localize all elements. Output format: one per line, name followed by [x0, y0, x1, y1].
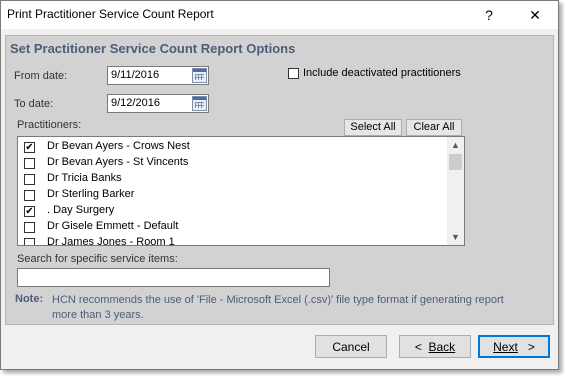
options-panel: Set Practitioner Service Count Report Op… — [5, 35, 554, 325]
practitioner-checkbox[interactable] — [24, 222, 35, 233]
from-date-label: From date: — [14, 70, 68, 82]
list-item[interactable]: Dr Bevan Ayers - St Vincents — [18, 155, 438, 171]
help-icon[interactable]: ? — [467, 1, 511, 29]
list-item[interactable]: ✔ Dr Bevan Ayers - Crows Nest — [18, 139, 438, 155]
list-item[interactable]: ✔ . Day Surgery — [18, 203, 438, 219]
next-button[interactable]: Next > — [478, 335, 550, 358]
scroll-thumb[interactable] — [449, 154, 462, 170]
from-date-field[interactable]: 9/11/2016 — [107, 66, 209, 85]
practitioner-checkbox[interactable] — [24, 158, 35, 169]
list-item[interactable]: Dr Gisele Emmett - Default — [18, 219, 438, 235]
practitioners-list: ✔ Dr Bevan Ayers - Crows Nest Dr Bevan Aye… — [17, 136, 465, 246]
practitioners-label: Practitioners: — [17, 119, 82, 131]
note-label: Note: — [15, 293, 44, 305]
list-item[interactable]: Dr Sterling Barker — [18, 187, 438, 203]
to-date-label: To date: — [14, 98, 54, 110]
to-date-value: 9/12/2016 — [111, 97, 160, 109]
clear-all-button[interactable]: Clear All — [406, 119, 462, 136]
practitioner-checkbox[interactable]: ✔ — [24, 206, 35, 217]
from-date-value: 9/11/2016 — [111, 69, 160, 81]
list-item[interactable]: Dr Tricia Banks — [18, 171, 438, 187]
practitioner-checkbox[interactable] — [24, 174, 35, 185]
practitioner-label: . Day Surgery — [47, 204, 115, 216]
include-deactivated-checkbox[interactable] — [288, 68, 299, 79]
note-text: HCN recommends the use of 'File - Micros… — [52, 294, 504, 321]
to-date-field[interactable]: 9/12/2016 — [107, 94, 209, 113]
practitioner-label: Dr Bevan Ayers - Crows Nest — [47, 140, 190, 152]
practitioner-label: Dr James Jones - Room 1 — [47, 236, 175, 246]
practitioner-label: Dr Gisele Emmett - Default — [47, 220, 179, 232]
calendar-icon[interactable] — [192, 96, 207, 111]
title-bar: Print Practitioner Service Count Report … — [1, 1, 558, 29]
window-title: Print Practitioner Service Count Report — [7, 7, 214, 21]
back-arrow-icon: < — [414, 339, 422, 354]
practitioner-label: Dr Tricia Banks — [47, 172, 122, 184]
back-button[interactable]: < Back — [399, 335, 471, 358]
list-scrollbar[interactable]: ▲ ▼ — [447, 137, 464, 245]
list-item[interactable]: Dr James Jones - Room 1 — [18, 235, 438, 246]
practitioner-checkbox[interactable]: ✔ — [24, 142, 35, 153]
calendar-icon[interactable] — [192, 68, 207, 83]
search-input[interactable] — [17, 268, 330, 287]
next-label: Next — [493, 339, 518, 354]
scroll-up-icon[interactable]: ▲ — [447, 137, 464, 153]
practitioner-checkbox[interactable] — [24, 238, 35, 245]
scroll-down-icon[interactable]: ▼ — [447, 229, 464, 245]
cancel-button[interactable]: Cancel — [315, 335, 387, 358]
practitioner-label: Dr Bevan Ayers - St Vincents — [47, 156, 189, 168]
include-deactivated-label: Include deactivated practitioners — [303, 67, 461, 79]
next-arrow-icon: > — [527, 339, 535, 354]
close-icon[interactable]: ✕ — [513, 1, 557, 29]
back-label: Back — [428, 339, 456, 354]
practitioner-label: Dr Sterling Barker — [47, 188, 135, 200]
search-label: Search for specific service items: — [17, 253, 178, 265]
practitioner-checkbox[interactable] — [24, 190, 35, 201]
report-dialog: Print Practitioner Service Count Report … — [0, 0, 559, 370]
options-heading: Set Practitioner Service Count Report Op… — [10, 41, 296, 56]
select-all-button[interactable]: Select All — [344, 119, 402, 136]
